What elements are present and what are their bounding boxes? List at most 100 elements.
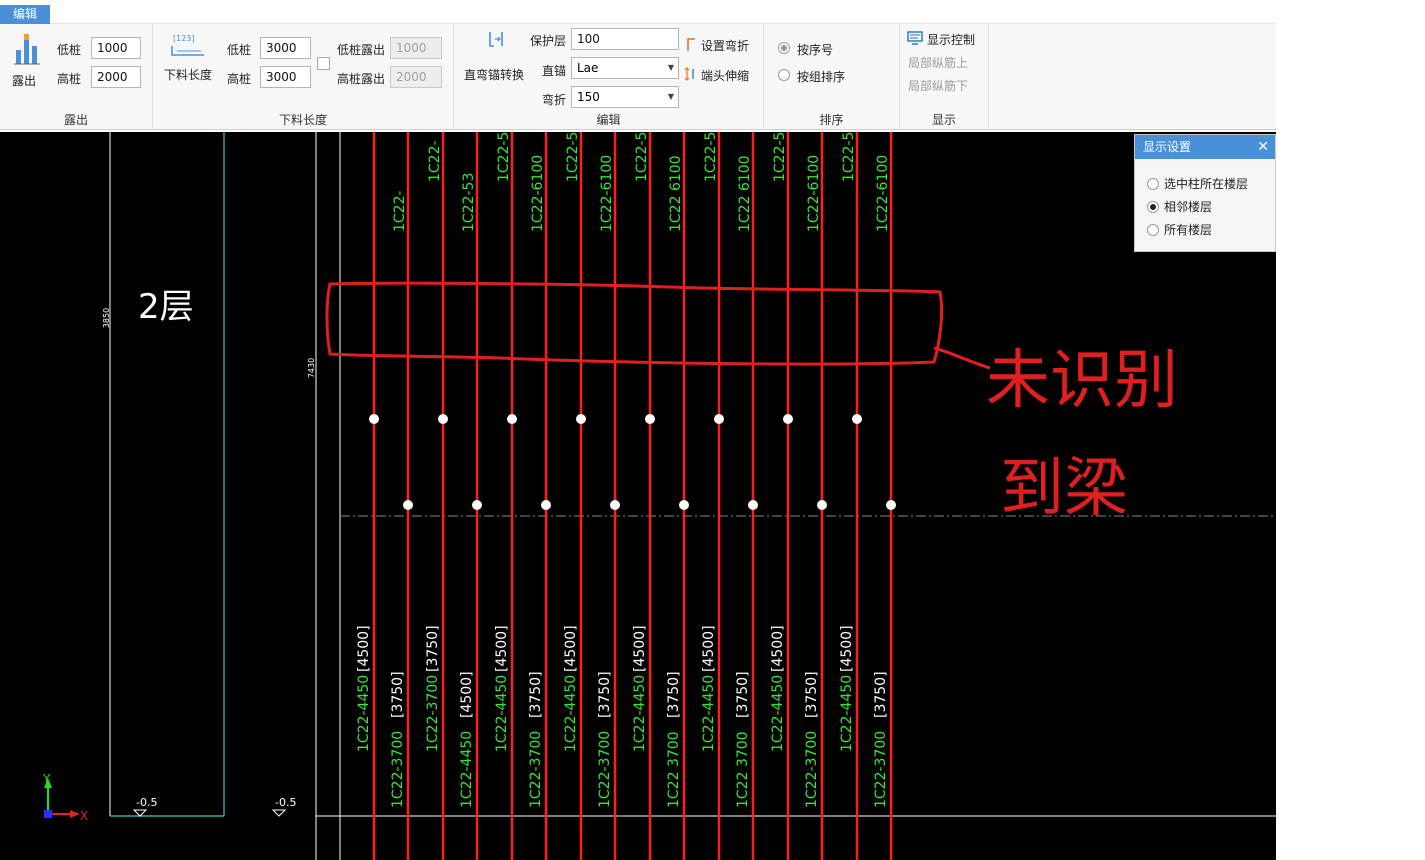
exposed-link-checkbox[interactable] [317,57,330,70]
rebar-node [507,414,517,424]
display-floor-option[interactable]: 所有楼层 [1147,221,1212,238]
cut-length-button[interactable]: [123] 下料长度 [161,32,215,88]
floor-label: 2层 [138,287,194,327]
ribbon-tabbar: 编辑 [0,0,1276,24]
exposed-button-label: 露出 [12,74,37,88]
rebar-bracket-label: [3750] [390,671,406,718]
bend-select[interactable]: 150 ▼ [571,86,679,108]
drawing-canvas[interactable]: 1C22- 1C22- 1C22-53 1C22-53 1C22-6100 1C22-53… [0,132,1276,860]
display-floor-radio[interactable] [1147,224,1159,236]
rebar-node [541,500,551,510]
column-bar-icon [14,34,40,65]
display-control-label: 显示控制 [927,33,976,47]
rebar-top-label: 1C22-6100 [599,155,615,232]
cover-label: 保护层 [530,34,567,48]
rebar-node [472,500,482,510]
display-floor-radio[interactable] [1147,201,1159,213]
display-floor-radio[interactable] [1147,178,1159,190]
straight-bend-convert-button[interactable]: 直弯锚转换 [462,28,536,88]
cut-high-exposed-input [390,66,442,88]
rebar-bracket-label: [4500] [770,625,786,672]
close-icon[interactable]: ✕ [1257,135,1269,159]
rebar-top-label: 1C22-53 [841,132,857,182]
group-title-cut-length: 下料长度 [278,113,327,127]
axis-x-label: X [80,809,88,823]
rebar-top-label: 1C22-53 [634,132,650,182]
chevron-down-icon: ▼ [667,92,674,101]
chevron-down-icon: ▼ [667,63,674,72]
sort-by-number-option[interactable]: 按序号 [778,40,888,57]
set-bend-button[interactable]: 设置弯折 [686,36,760,54]
rebar-bracket-label: [3750] [735,671,751,718]
rebar-bottom-label: 1C22-3700 [597,731,613,808]
exposed-button[interactable]: 露出 [8,30,44,90]
rebar-bracket-label: [4500] [459,671,475,718]
rebar-node [576,414,586,424]
exposed-high-label: 高桩 [57,72,82,86]
rebar-bottom-label: 1C22-4450 [701,675,717,752]
rebar-node [886,500,896,510]
elevation-marker [132,809,148,817]
display-floor-option[interactable]: 选中柱所在楼层 [1147,175,1248,192]
rebar-bracket-label: [4500] [839,625,855,672]
rebar-bottom-label: 1C22-3700 [873,731,889,808]
partial-rebar-down-button: 局部纵筋下 [908,79,969,93]
sort-by-group-option[interactable]: 按组排序 [778,67,888,84]
cut-high-input[interactable] [260,66,311,88]
display-floor-label: 选中柱所在楼层 [1164,177,1249,191]
rebar-node [369,414,379,424]
annotation-text-2: 到梁 [1000,452,1128,526]
group-sort: 按序号 按组排序 排序 [764,24,900,130]
cut-high-label: 高桩 [227,72,252,86]
display-floor-option[interactable]: 相邻楼层 [1147,198,1212,215]
group-cut-length: [123] 下料长度 低桩 高桩 低桩露出 高桩露出 下料长度 [153,24,454,130]
rebar-bottom-label: 1C22 3700 [735,731,751,808]
rebar-bracket-label: [4500] [632,625,648,672]
rebar-bottom-label: 1C22-4450 [770,675,786,752]
end-stretch-button[interactable]: 端头伸缩 [684,66,758,84]
rebar-node [438,414,448,424]
elevation-mid: -0.5 [275,796,296,809]
elevation-left: -0.5 [136,796,157,809]
straight-anchor-value: Lae [577,61,599,75]
display-control-button[interactable]: 显示控制 [907,30,987,48]
group-exposed: 露出 低桩 高桩 露出 [0,24,153,130]
exposed-low-input[interactable] [91,37,141,59]
group-title-sort: 排序 [819,113,844,127]
sort-by-number-radio[interactable] [778,42,790,54]
rebar-bracket-label: [3750] [873,671,889,718]
end-stretch-label: 端头伸缩 [701,69,750,83]
sort-by-number-label: 按序号 [797,43,834,57]
rebar-top-label: 1C22 6100 [668,155,684,232]
sort-by-group-radio[interactable] [778,69,790,81]
rebar-node [714,414,724,424]
display-floor-label: 相邻楼层 [1164,200,1213,214]
exposed-high-input[interactable] [91,66,141,88]
dim-mid: 7430 [307,358,316,378]
rebar-top-label: 1C22-6100 [806,155,822,232]
straight-bend-convert-label: 直弯锚转换 [464,68,525,82]
cover-input[interactable] [571,28,679,50]
rebar-bottom-label: 1C22-4450 [356,675,372,752]
rebar-node [679,500,689,510]
rebar-node [403,500,413,510]
rebar-node [748,500,758,510]
bend-label: 弯折 [542,93,567,107]
group-title-exposed: 露出 [63,113,88,127]
cut-low-input[interactable] [260,37,311,59]
rebar-node [610,500,620,510]
rebar-top-label: 1C22- [392,190,408,232]
rebar-bottom-label: 1C22-4450 [494,675,510,752]
stretch-icon [684,67,694,81]
monitor-icon [907,31,923,45]
rebar-bracket-label: [4500] [563,625,579,672]
cad-drawing: 1C22- 1C22- 1C22-53 1C22-53 1C22-6100 1C22-53… [42,132,1276,860]
tab-edit[interactable]: 编辑 [0,5,50,24]
rebar-bottom-label: 1C22-3700 [390,731,406,808]
rebar-top-label: 1C22-6100 [530,155,546,232]
bend-icon [687,38,695,51]
axis-y-label: Y [42,772,51,786]
straight-anchor-select[interactable]: Lae ▼ [571,57,679,79]
cut-length-button-label: 下料长度 [164,68,213,82]
rebar-bracket-label: [4500] [701,625,717,672]
